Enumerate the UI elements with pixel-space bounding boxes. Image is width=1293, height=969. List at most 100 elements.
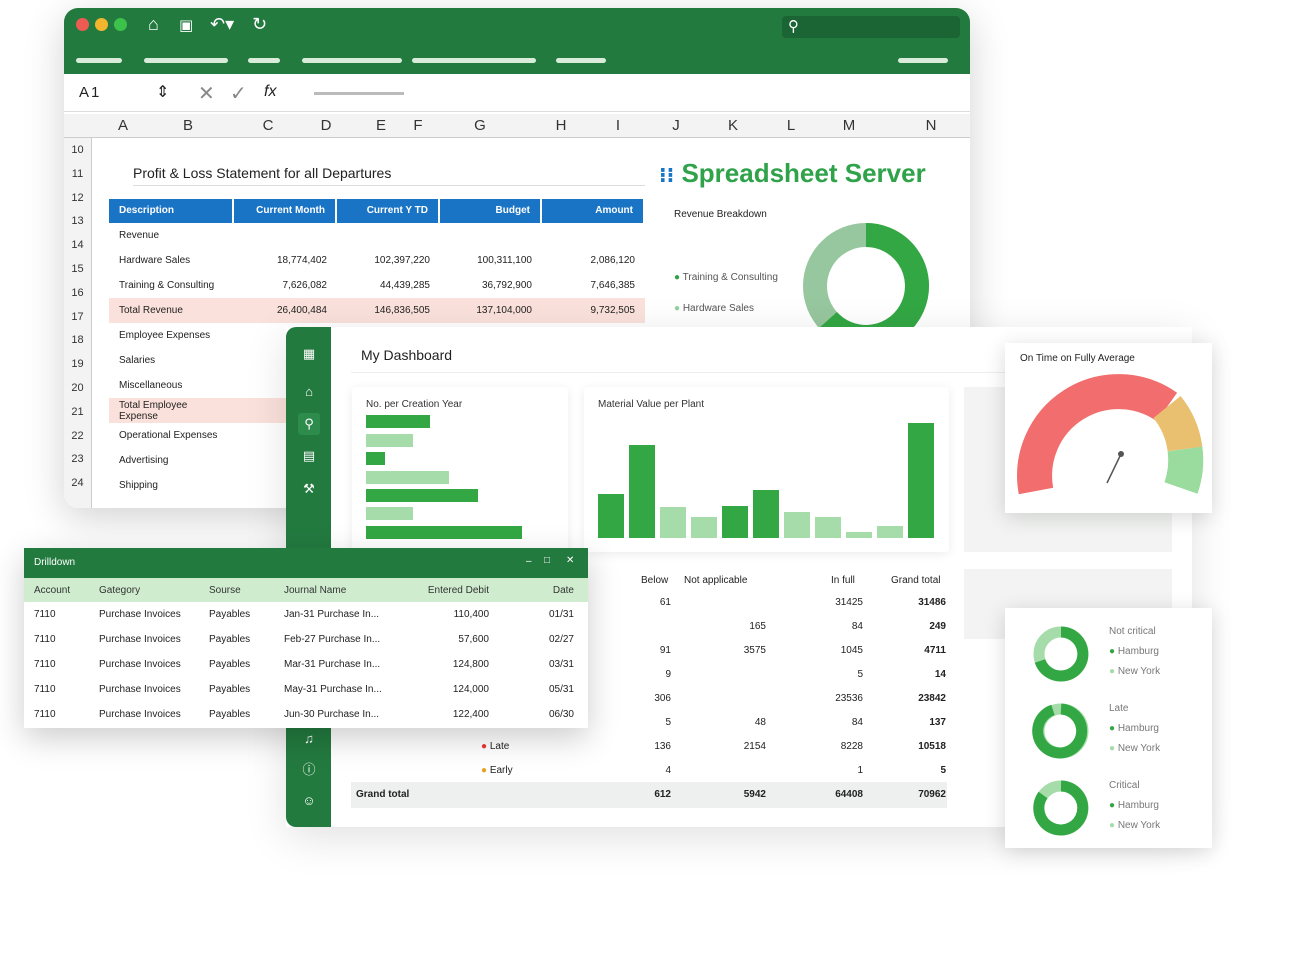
pivot-cell[interactable]: 61 (660, 597, 671, 608)
pivot-cell[interactable]: 23842 (918, 693, 946, 704)
info-icon[interactable]: ⓘ (298, 759, 320, 781)
drilldown-column-header[interactable]: Entered Debit (404, 585, 499, 596)
table-cell[interactable]: Miscellaneous (109, 380, 234, 391)
grid-icon[interactable]: ▦ (298, 343, 320, 365)
document-icon[interactable]: ▤ (298, 445, 320, 467)
table-cell[interactable]: 44,439,285 (337, 280, 440, 291)
table-cell[interactable]: 36,792,900 (440, 280, 542, 291)
column-header[interactable]: N (916, 117, 946, 134)
refresh-icon[interactable]: ↻ (252, 14, 267, 35)
drilldown-column-header[interactable]: Gategory (89, 585, 199, 596)
column-header[interactable]: Budget (440, 199, 542, 223)
pivot-cell[interactable]: 165 (749, 621, 766, 632)
menu-item[interactable] (144, 58, 228, 63)
drilldown-row[interactable]: 7110 Purchase Invoices Payables Jun-30 Purc… (24, 702, 588, 727)
bell-icon[interactable]: ♫ (298, 728, 320, 750)
close-dot[interactable] (76, 18, 89, 31)
column-header[interactable]: G (465, 117, 495, 134)
cancel-icon[interactable]: ✕ (198, 81, 215, 106)
user-icon[interactable]: ☺ (298, 790, 320, 812)
menu-item[interactable] (248, 58, 280, 63)
pivot-cell[interactable]: 306 (654, 693, 671, 704)
drilldown-row[interactable]: 7110 Purchase Invoices Payables Mar-31 Purc… (24, 652, 588, 677)
table-cell[interactable]: 7,626,082 (234, 280, 337, 291)
menu-item[interactable] (556, 58, 606, 63)
pivot-cell[interactable]: 249 (929, 621, 946, 632)
column-header[interactable]: Current Month (234, 199, 337, 223)
pivot-cell[interactable]: 5 (940, 765, 946, 776)
drilldown-row[interactable]: 7110 Purchase Invoices Payables Jan-31 Purc… (24, 602, 588, 627)
column-header[interactable]: K (718, 117, 748, 134)
pivot-cell[interactable]: 1 (857, 765, 863, 776)
pivot-cell[interactable]: 23536 (835, 693, 863, 704)
column-header[interactable]: E (366, 117, 396, 134)
table-cell[interactable]: 100,311,100 (440, 255, 542, 266)
table-cell[interactable]: Total Revenue (109, 305, 234, 316)
table-cell[interactable]: Salaries (109, 355, 234, 366)
save-icon[interactable]: ▣ (179, 16, 193, 34)
pivot-cell[interactable]: 14 (935, 669, 946, 680)
table-cell[interactable]: Employee Expenses (109, 330, 234, 341)
wrench-icon[interactable]: ⚒ (298, 478, 320, 500)
minimize-dot[interactable] (95, 18, 108, 31)
search-icon[interactable]: ⚲ (298, 413, 320, 435)
table-cell[interactable]: Revenue (109, 230, 234, 241)
pivot-cell[interactable]: 3575 (744, 645, 766, 656)
menu-item[interactable] (898, 58, 948, 63)
drilldown-column-header[interactable]: Journal Name (274, 585, 404, 596)
pivot-cell[interactable]: 2154 (744, 741, 766, 752)
function-icon[interactable]: fx (264, 83, 276, 101)
column-header[interactable]: B (173, 117, 203, 134)
menu-item[interactable] (458, 58, 536, 63)
table-cell[interactable]: Training & Consulting (109, 280, 234, 291)
pivot-cell[interactable]: 136 (654, 741, 671, 752)
pivot-cell[interactable]: 4711 (924, 645, 946, 656)
table-cell[interactable]: 9,732,505 (542, 305, 645, 316)
pivot-cell[interactable]: 8228 (841, 741, 863, 752)
column-header[interactable]: J (661, 117, 691, 134)
table-cell[interactable]: Advertising (109, 455, 234, 466)
table-cell[interactable]: 102,397,220 (337, 255, 440, 266)
pivot-cell[interactable]: 48 (755, 717, 766, 728)
drilldown-row[interactable]: 7110 Purchase Invoices Payables Feb-27 Purc… (24, 627, 588, 652)
pivot-cell[interactable]: 137 (929, 717, 946, 728)
check-icon[interactable]: ✓ (230, 81, 247, 106)
column-header[interactable]: I (603, 117, 633, 134)
column-header[interactable]: M (834, 117, 864, 134)
pivot-cell[interactable]: 5 (857, 669, 863, 680)
formula-input[interactable] (314, 92, 404, 95)
pivot-cell[interactable]: 4 (665, 765, 671, 776)
pivot-cell[interactable]: 84 (852, 621, 863, 632)
table-cell[interactable]: 7,646,385 (542, 280, 645, 291)
search-box[interactable]: ⚲ (782, 16, 960, 38)
table-cell[interactable]: Total Employee Expense (109, 400, 234, 422)
cell-reference[interactable]: A1 (79, 84, 101, 101)
table-cell[interactable]: Shipping (109, 480, 234, 491)
menu-item[interactable] (412, 58, 464, 63)
pivot-cell[interactable]: 5 (665, 717, 671, 728)
drilldown-column-header[interactable]: Date (499, 585, 584, 596)
column-header[interactable]: C (253, 117, 283, 134)
drilldown-row[interactable]: 7110 Purchase Invoices Payables May-31 Purc… (24, 677, 588, 702)
table-cell[interactable]: 146,836,505 (337, 305, 440, 316)
pivot-cell[interactable]: 31486 (918, 597, 946, 608)
maximize-dot[interactable] (114, 18, 127, 31)
table-cell[interactable]: 2,086,120 (542, 255, 645, 266)
column-header[interactable]: D (311, 117, 341, 134)
column-header[interactable]: Amount (542, 199, 645, 223)
column-header[interactable]: Current Y TD (337, 199, 440, 223)
minimize-icon[interactable]: – (526, 556, 532, 567)
pivot-cell[interactable]: 91 (660, 645, 671, 656)
column-header[interactable]: L (776, 117, 806, 134)
table-cell[interactable]: Hardware Sales (109, 255, 234, 266)
table-cell[interactable]: 18,774,402 (234, 255, 337, 266)
menu-item[interactable] (302, 58, 402, 63)
home-icon[interactable]: ⌂ (148, 14, 159, 35)
column-header[interactable]: H (546, 117, 576, 134)
maximize-icon[interactable]: □ (544, 555, 550, 566)
table-cell[interactable]: 137,104,000 (440, 305, 542, 316)
pivot-cell[interactable]: 1045 (841, 645, 863, 656)
pivot-cell[interactable]: 9 (665, 669, 671, 680)
table-cell[interactable]: 26,400,484 (234, 305, 337, 316)
drilldown-column-header[interactable]: Sourse (199, 585, 274, 596)
